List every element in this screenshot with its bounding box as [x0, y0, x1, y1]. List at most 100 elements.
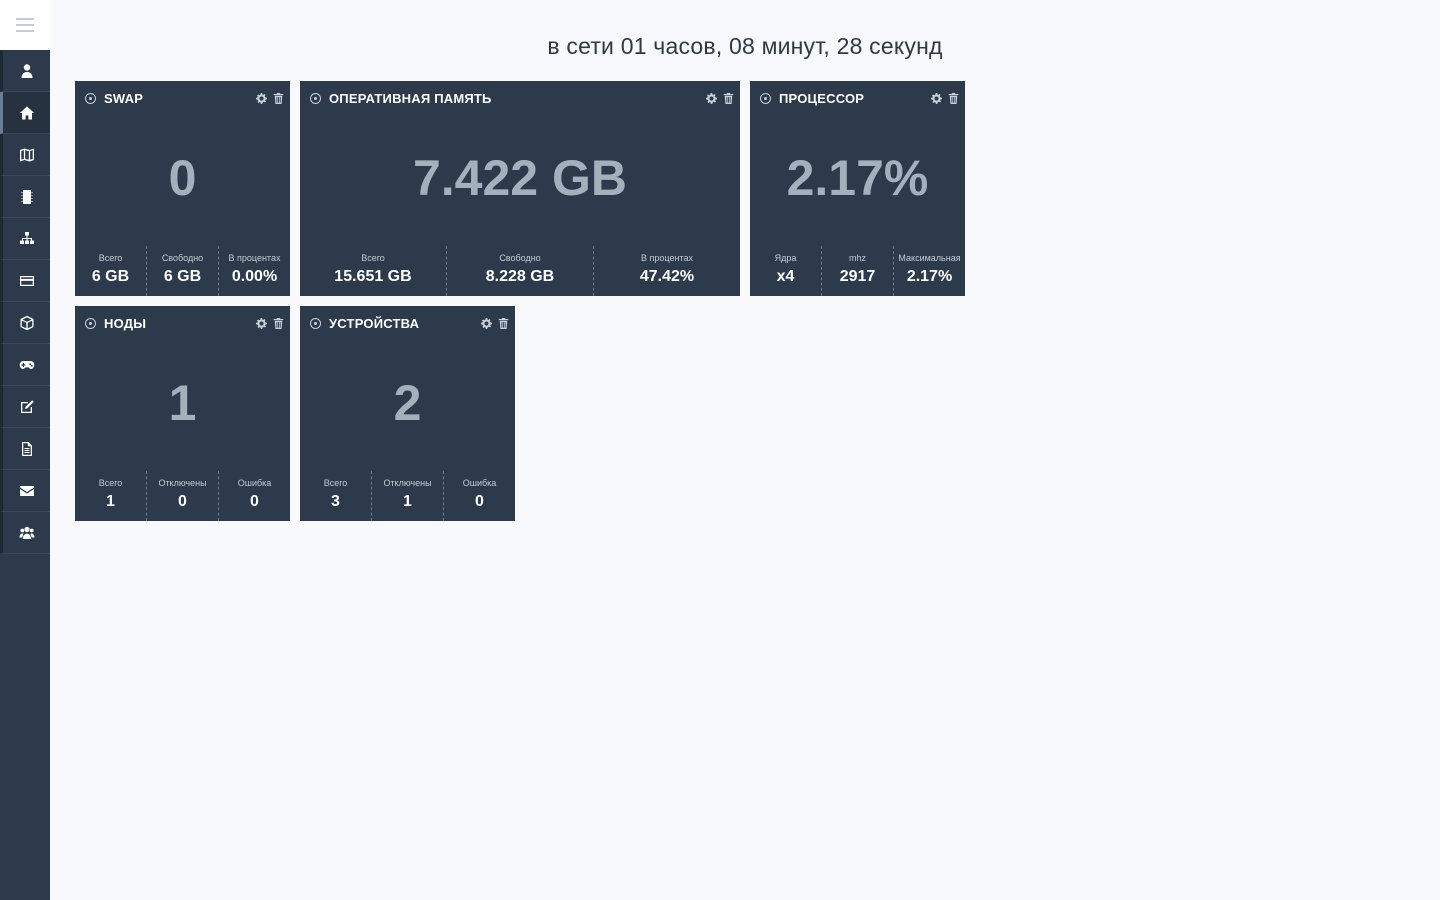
widget-title: SWAP	[104, 90, 144, 106]
sidebar-item-users[interactable]	[0, 512, 50, 554]
widget-header: SWAP	[85, 90, 284, 106]
stat-label: Ядра	[774, 253, 797, 263]
stat-value: 0	[475, 493, 484, 510]
widget-header: ПРОЦЕССОР	[760, 90, 959, 106]
document-icon	[21, 441, 32, 456]
stat-value: 15.651 GB	[334, 268, 412, 285]
stat-cell: Максимальная 2.17%	[894, 246, 965, 296]
widget-title: НОДЫ	[104, 315, 147, 331]
widget-main-value: 0	[168, 150, 197, 206]
stat-label: mhz	[848, 253, 866, 263]
gear-icon[interactable]	[256, 317, 267, 329]
sidebar-toggle-button[interactable]	[0, 0, 50, 50]
home-icon	[19, 106, 34, 119]
cube-icon	[20, 315, 33, 330]
stat-label: В процентах	[641, 253, 693, 263]
user-icon	[21, 63, 32, 78]
sidebar	[0, 0, 50, 900]
gear-icon[interactable]	[706, 92, 717, 104]
stat-value: 1	[403, 493, 412, 510]
gear-icon[interactable]	[481, 317, 492, 329]
gear-icon[interactable]	[931, 92, 942, 104]
widget-stats: Всего 15.651 GB Свободно 8.228 GB В процен…	[300, 246, 740, 296]
stat-label: Отключены	[383, 478, 432, 488]
stat-label: Свободно	[161, 253, 204, 263]
stat-value: 8.228 GB	[485, 268, 555, 285]
widget-main-value: 7.422 GB	[412, 150, 627, 206]
widget-title: УСТРОЙСТВА	[329, 315, 420, 331]
stat-cell: Всего 6 GB	[75, 246, 147, 296]
widget-header: УСТРОЙСТВА	[310, 315, 509, 331]
stat-label: Всего	[98, 253, 123, 263]
widget-stats: Всего 3 Отключены 1 Ошибка 0	[300, 471, 515, 521]
sidebar-item-mail[interactable]	[0, 470, 50, 512]
stat-cell: Ошибка 0	[219, 471, 290, 521]
envelope-icon	[19, 485, 34, 496]
gear-icon[interactable]	[256, 92, 267, 104]
widget-main-value: 1	[168, 375, 197, 431]
widget-title: ОПЕРАТИВНАЯ ПАМЯТЬ	[329, 90, 492, 106]
stat-label: Свободно	[499, 253, 541, 263]
circle-dot-icon	[760, 92, 771, 104]
widget-header: НОДЫ	[85, 315, 284, 331]
widget-stats: Ядра x4 mhz 2917 Максимальная 2.17%	[750, 246, 965, 296]
stat-cell: Свободно 8.228 GB	[447, 246, 594, 296]
widget-devices: УСТРОЙСТВА 2 Всего 3 Отключены 1 Ошибка 0	[300, 306, 515, 521]
stat-value: 6 GB	[91, 268, 130, 285]
stat-value: x4	[776, 268, 795, 285]
trash-icon[interactable]	[273, 317, 284, 329]
circle-dot-icon	[85, 92, 96, 104]
widget-header: ОПЕРАТИВНАЯ ПАМЯТЬ	[310, 90, 734, 106]
trash-icon[interactable]	[948, 92, 959, 104]
sitemap-icon	[19, 231, 34, 244]
circle-dot-icon	[310, 92, 321, 104]
hamburger-icon	[16, 18, 34, 32]
sidebar-item-home[interactable]	[0, 92, 50, 134]
stat-value: 0	[178, 493, 187, 510]
map-icon	[19, 148, 34, 161]
widget-title: ПРОЦЕССОР	[779, 90, 865, 106]
sidebar-item-profile[interactable]	[0, 50, 50, 92]
sidebar-item-packages[interactable]	[0, 302, 50, 344]
stat-label: Максимальная	[898, 253, 961, 263]
trash-icon[interactable]	[498, 317, 509, 329]
stat-value: 2917	[839, 268, 876, 285]
stat-cell: Свободно 6 GB	[147, 246, 219, 296]
stat-cell: Отключены 1	[372, 471, 444, 521]
widget-main-value: 2.17%	[786, 150, 929, 206]
stat-cell: В процентах 47.42%	[594, 246, 740, 296]
stat-label: В процентах	[228, 253, 281, 263]
circle-dot-icon	[85, 317, 96, 329]
sidebar-item-edit[interactable]	[0, 386, 50, 428]
stat-label: Отключены	[158, 478, 207, 488]
sidebar-item-memory[interactable]	[0, 176, 50, 218]
widget-main-value: 2	[393, 375, 422, 431]
card-icon	[19, 275, 34, 286]
sidebar-item-network[interactable]	[0, 218, 50, 260]
stat-label: Всего	[98, 478, 123, 488]
uptime-text: в сети 01 часов, 08 минут, 28 секунд	[547, 33, 943, 59]
stat-value: 0.00%	[231, 268, 278, 285]
stat-value: 0	[250, 493, 259, 510]
stat-cell: mhz 2917	[822, 246, 894, 296]
sidebar-item-map[interactable]	[0, 134, 50, 176]
stat-value: 3	[331, 493, 340, 510]
widget-swap: SWAP 0 Всего 6 GB Свободно 6 GB В процента…	[75, 81, 290, 296]
stat-cell: Всего 15.651 GB	[300, 246, 447, 296]
sidebar-item-documents[interactable]	[0, 428, 50, 470]
stat-label: Всего	[361, 253, 385, 263]
widget-stats: Всего 1 Отключены 0 Ошибка 0	[75, 471, 290, 521]
trash-icon[interactable]	[273, 92, 284, 104]
widget-nodes: НОДЫ 1 Всего 1 Отключены 0 Ошибка 0	[75, 306, 290, 521]
circle-dot-icon	[310, 317, 321, 329]
stat-cell: Всего 1	[75, 471, 147, 521]
sidebar-item-games[interactable]	[0, 344, 50, 386]
stat-cell: Ошибка 0	[444, 471, 515, 521]
trash-icon[interactable]	[723, 92, 734, 104]
sidebar-item-cards[interactable]	[0, 260, 50, 302]
edit-icon	[20, 399, 34, 413]
stat-value: 47.42%	[639, 268, 695, 285]
memory-chip-icon	[21, 189, 32, 204]
stat-value: 1	[106, 493, 115, 510]
stat-value: 2.17%	[906, 268, 953, 285]
